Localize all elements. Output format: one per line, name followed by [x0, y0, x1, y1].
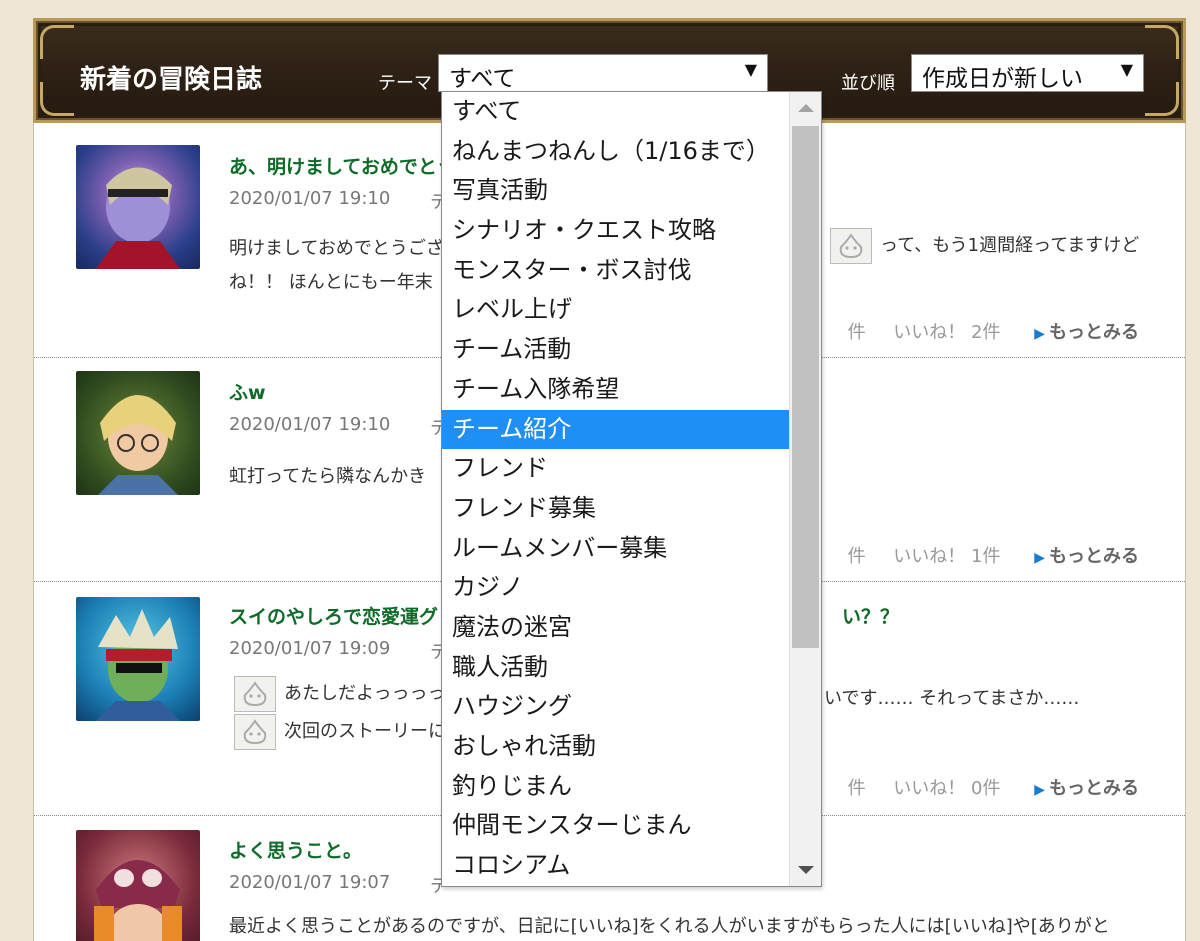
- ornament-corner-icon: [40, 82, 74, 116]
- more-link[interactable]: ▶ もっとみる: [1034, 546, 1139, 567]
- sort-select-value: 作成日が新しい: [922, 66, 1083, 92]
- theme-option[interactable]: フレンド: [442, 449, 790, 489]
- entry-date: 2020/01/07 19:10: [229, 414, 391, 435]
- more-link[interactable]: ▶ もっとみる: [1034, 322, 1139, 343]
- like-count[interactable]: いいね！ 0件: [893, 778, 1000, 799]
- dropdown-arrow-icon: ▼: [744, 60, 757, 79]
- play-triangle-icon: ▶: [1034, 550, 1045, 566]
- entry-title[interactable]: ふw: [229, 378, 266, 405]
- avatar[interactable]: [76, 371, 200, 495]
- more-link[interactable]: ▶ もっとみる: [1034, 778, 1139, 799]
- theme-dropdown-list[interactable]: すべて ねんまつねんし（1/16まで） 写真活動 シナリオ・クエスト攻略 モンスター・ボ…: [441, 91, 822, 887]
- theme-option[interactable]: 写真活動: [442, 171, 790, 211]
- theme-option[interactable]: 魔法の迷宮: [442, 608, 790, 648]
- entry-date: 2020/01/07 19:09: [229, 638, 391, 659]
- theme-option[interactable]: モンスター・ボス討伐: [442, 251, 790, 291]
- entry-date: 2020/01/07 19:07: [229, 872, 391, 893]
- ornament-corner-icon: [40, 25, 74, 59]
- theme-option[interactable]: ハウジング: [442, 687, 790, 727]
- avatar[interactable]: [76, 145, 200, 269]
- sort-select[interactable]: 作成日が新しい ▼: [911, 54, 1144, 92]
- like-count[interactable]: いいね！ 2件: [893, 322, 1000, 343]
- page-title: 新着の冒険日誌: [80, 65, 263, 95]
- theme-option[interactable]: おしゃれ活動: [442, 727, 790, 767]
- avatar[interactable]: [76, 597, 200, 721]
- entry-title[interactable]: あ、明けましておめでとう: [229, 152, 456, 179]
- avatar-image: [96, 167, 180, 269]
- theme-option[interactable]: チーム活動: [442, 330, 790, 370]
- theme-option[interactable]: 釣りじまん: [442, 767, 790, 807]
- entry-body-right: いです…… それってまさか……: [824, 688, 1080, 709]
- avatar-image: [96, 609, 180, 721]
- sort-label: 並び順: [841, 73, 895, 94]
- theme-option[interactable]: ねんまつねんし（1/16まで）: [442, 132, 790, 172]
- entry-body: あたしだよっっっっ(: [234, 676, 452, 712]
- play-triangle-icon: ▶: [1034, 782, 1045, 798]
- scroll-down-arrow-icon[interactable]: [798, 866, 814, 874]
- theme-option[interactable]: チーム入隊希望: [442, 370, 790, 410]
- avatar[interactable]: [76, 830, 200, 941]
- theme-options: すべて ねんまつねんし（1/16まで） 写真活動 シナリオ・クエスト攻略 モンスター・ボ…: [442, 92, 821, 886]
- entry-body-right: って、もう1週間経ってますけど: [830, 228, 1139, 264]
- theme-option[interactable]: フレンド募集: [442, 489, 790, 529]
- entry-stats: 件 いいね！ 2件 ▶ もっとみる: [848, 318, 1139, 344]
- slime-emoticon-icon: [234, 676, 276, 712]
- ornament-corner-icon: [1145, 25, 1179, 59]
- entry-body-line2: ね！！ ほんとにもー年末: [229, 272, 433, 293]
- scroll-up-arrow-icon[interactable]: [798, 104, 814, 112]
- theme-select[interactable]: すべて ▼: [438, 54, 768, 92]
- entry-date: 2020/01/07 19:10: [229, 188, 391, 209]
- comment-count[interactable]: 件: [848, 778, 866, 799]
- entry-body: 虹打ってたら隣なんかき: [229, 466, 427, 487]
- entry-stats: 件 いいね！ 1件 ▶ もっとみる: [848, 542, 1139, 568]
- scrollbar-thumb[interactable]: [792, 126, 819, 648]
- theme-option[interactable]: すべて: [442, 92, 790, 132]
- theme-select-value: すべて: [449, 66, 516, 92]
- comment-count[interactable]: 件: [848, 546, 866, 567]
- theme-option[interactable]: 仲間モンスターじまん: [442, 806, 790, 846]
- entry-title[interactable]: よく思うこと。: [229, 836, 362, 863]
- comment-count[interactable]: 件: [848, 322, 866, 343]
- theme-option[interactable]: シナリオ・クエスト攻略: [442, 211, 790, 251]
- theme-option[interactable]: レベル上げ: [442, 290, 790, 330]
- dropdown-scrollbar[interactable]: [789, 92, 821, 886]
- like-count[interactable]: いいね！ 1件: [893, 546, 1000, 567]
- slime-emoticon-icon: [234, 714, 276, 750]
- theme-option[interactable]: ルームメンバー募集: [442, 529, 790, 569]
- avatar-image: [98, 395, 178, 495]
- dropdown-arrow-icon: ▼: [1120, 60, 1133, 79]
- entry-body-line2: 次回のストーリーに: [234, 714, 446, 750]
- slime-emoticon-icon: [830, 228, 872, 264]
- entry-body: 最近よく思うことがあるのですが、日記に[いいね]をくれる人がいますがもらった人に…: [229, 916, 1110, 937]
- entry-body: 明けましておめでとうござ: [229, 238, 444, 259]
- theme-option[interactable]: カジノ: [442, 568, 790, 608]
- play-triangle-icon: ▶: [1034, 326, 1045, 342]
- theme-label: テーマ: [378, 73, 432, 94]
- entry-title[interactable]: スイのやしろで恋愛運グ: [229, 602, 438, 629]
- avatar-image: [94, 860, 182, 941]
- ornament-corner-icon: [1145, 82, 1179, 116]
- entry-stats: 件 いいね！ 0件 ▶ もっとみる: [848, 774, 1139, 800]
- theme-option[interactable]: コロシアム: [442, 846, 790, 886]
- theme-option[interactable]: 職人活動: [442, 648, 790, 688]
- entry-title-tail[interactable]: い？？: [842, 602, 899, 629]
- theme-option[interactable]: チーム紹介: [442, 409, 790, 450]
